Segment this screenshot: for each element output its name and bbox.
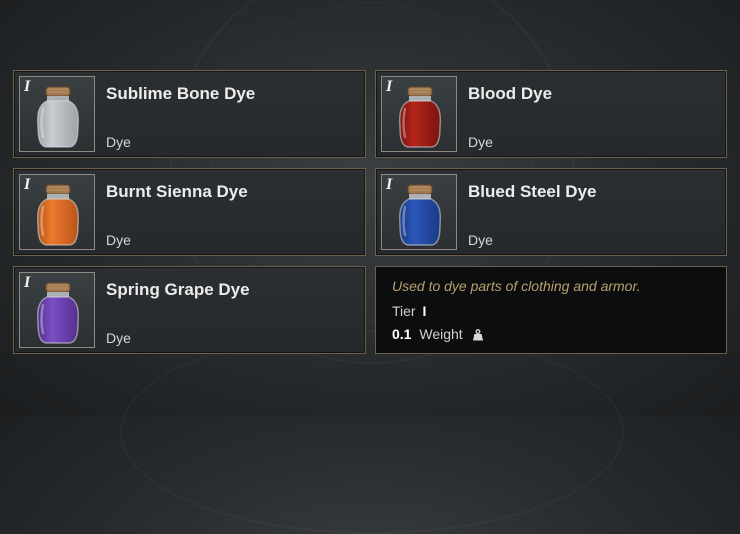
weight-value: 0.1	[392, 326, 412, 342]
item-description: Used to dye parts of clothing and armor.	[392, 278, 641, 294]
background-arc	[120, 330, 624, 534]
item-name: Burnt Sienna Dye	[106, 182, 248, 201]
item-thumbnail: I	[19, 272, 95, 348]
item-name: Blued Steel Dye	[468, 182, 597, 201]
item-name: Spring Grape Dye	[106, 280, 250, 299]
dye-item-card[interactable]: I Burnt Sienna Dye Dye	[13, 168, 366, 256]
dye-jar-icon	[398, 184, 442, 246]
item-thumbnail: I	[381, 174, 457, 250]
item-thumbnail: I	[381, 76, 457, 152]
item-tier-badge: I	[24, 176, 31, 193]
item-type: Dye	[106, 330, 131, 346]
item-type: Dye	[106, 134, 131, 150]
dye-jar-icon	[36, 184, 80, 246]
tooltip-tier-row: Tier I	[392, 303, 426, 319]
dye-jar-icon	[398, 86, 442, 148]
dye-jar-icon	[36, 86, 80, 148]
tier-label: Tier	[392, 303, 416, 319]
item-name: Blood Dye	[468, 84, 553, 103]
item-thumbnail: I	[19, 76, 95, 152]
item-tooltip: Used to dye parts of clothing and armor.…	[375, 266, 727, 354]
item-thumbnail: I	[19, 174, 95, 250]
item-tier-badge: I	[386, 176, 393, 193]
item-tier-badge: I	[24, 78, 31, 95]
item-tier-badge: I	[24, 274, 31, 291]
weight-icon	[472, 329, 483, 341]
weight-label: Weight	[419, 326, 463, 342]
dye-item-card[interactable]: I Sublime Bone Dye Dye	[13, 70, 366, 158]
item-name: Sublime Bone Dye	[106, 84, 256, 103]
dye-item-card[interactable]: I Spring Grape Dye Dye	[13, 266, 366, 354]
item-type: Dye	[468, 232, 493, 248]
item-tier-badge: I	[386, 78, 393, 95]
dye-item-card[interactable]: I Blood Dye Dye	[375, 70, 727, 158]
item-type: Dye	[106, 232, 131, 248]
item-type: Dye	[468, 134, 493, 150]
dye-jar-icon	[36, 282, 80, 344]
tier-value: I	[422, 303, 427, 319]
tooltip-weight-row: 0.1 Weight	[392, 326, 484, 342]
dye-item-card[interactable]: I Blued Steel Dye Dye	[375, 168, 727, 256]
